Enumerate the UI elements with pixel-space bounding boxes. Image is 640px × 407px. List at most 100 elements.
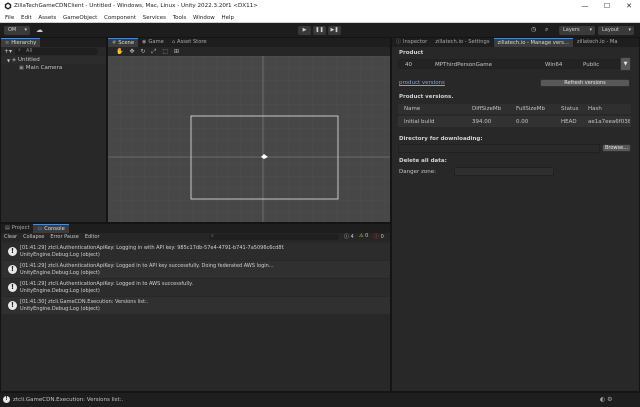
step-button[interactable]: ▶❚	[328, 25, 341, 35]
grid-icon: #	[112, 40, 117, 46]
menu-edit[interactable]: Edit	[21, 13, 32, 23]
pause-button[interactable]: ❚❚	[313, 25, 326, 35]
info-icon: !	[8, 247, 17, 256]
log-entry[interactable]: ! [01:41:29] ztcli.AuthenticationApiKey:…	[2, 243, 390, 260]
hierarchy-item-main-camera[interactable]: ▣ Main Camera	[1, 64, 106, 72]
maximize-button[interactable]: ☐	[599, 1, 615, 12]
console-search-input[interactable]: ⌕	[209, 233, 339, 240]
minimize-button[interactable]: —	[577, 1, 593, 12]
error-pause-button[interactable]: Error Pause	[50, 234, 78, 240]
log-entry[interactable]: ! [01:41:29] ztcli.AuthenticationApiKey:…	[2, 279, 390, 296]
product-platform: Win64	[545, 62, 563, 68]
menu-file[interactable]: File	[5, 13, 14, 23]
menu-help[interactable]: Help	[221, 13, 234, 23]
hierarchy-tabbar: ≡ Hierarchy	[1, 38, 106, 47]
cloud-icon[interactable]: ☁	[36, 26, 43, 34]
tab-hierarchy[interactable]: ≡ Hierarchy	[1, 38, 41, 47]
product-name: MPThirdPersonGame	[435, 62, 492, 68]
hand-tool-icon[interactable]: ✋	[116, 48, 123, 55]
log-entry[interactable]: ! [01:41:29] ztcli.AuthenticationApiKey:…	[2, 261, 390, 278]
window-title: ZillaTechGameCDNClient - Untitled - Wind…	[14, 3, 258, 9]
menu-gameobject[interactable]: GameObject	[63, 13, 97, 23]
menu-component[interactable]: Component	[104, 13, 136, 23]
tab-console[interactable]: ▭ Console	[33, 224, 69, 233]
column-status: Status	[561, 106, 579, 112]
log-count[interactable]: ⓘ 4	[344, 233, 354, 240]
account-label: OM	[8, 26, 17, 33]
scene-viewport[interactable]	[108, 56, 390, 222]
search-icon[interactable]: ⌕	[545, 26, 548, 34]
danger-zone-label: Danger zone:	[399, 169, 436, 175]
scene-grid	[108, 56, 390, 222]
menu-window[interactable]: Window	[193, 13, 215, 23]
layers-label: Layers	[563, 26, 580, 33]
tab-asset-store[interactable]: ⌂ Asset Store	[167, 38, 211, 47]
collapse-button[interactable]: Collapse	[23, 234, 44, 240]
download-directory-field[interactable]	[398, 144, 600, 153]
tab-settings[interactable]: zillatech.io - Settings	[431, 38, 494, 47]
store-icon: ⌂	[171, 39, 176, 45]
expand-arrow-icon[interactable]: ▼	[7, 58, 10, 63]
product-id: 40	[405, 62, 412, 68]
error-count[interactable]: ⓘ 0	[374, 233, 384, 240]
info-log-icon: ⓘ	[344, 234, 350, 240]
refresh-versions-button[interactable]: Refresh versions	[540, 79, 630, 87]
product-row[interactable]: 40 MPThirdPersonGame Win64 Public	[398, 59, 623, 69]
menu-services[interactable]: Services	[143, 13, 166, 23]
tab-manage-versions[interactable]: zillatech.io - Manage vers...	[493, 38, 573, 47]
rect-tool-icon[interactable]: ⬚	[162, 48, 168, 55]
editor-dropdown[interactable]: Editor	[85, 234, 100, 240]
scene-tools: ✋ ✥ ↻ ⤢ ⬚ ⊞	[108, 47, 390, 56]
info-icon: !	[8, 301, 17, 310]
product-versions-link[interactable]: product versions	[399, 80, 445, 86]
scale-tool-icon[interactable]: ⤢	[152, 48, 157, 56]
cell-diffsize: 394.00	[472, 119, 492, 125]
move-tool-icon[interactable]: ✥	[129, 48, 134, 55]
tab-game[interactable]: ◉ Game	[138, 38, 168, 47]
info-icon: ⓘ	[396, 39, 402, 45]
info-icon: !	[8, 265, 17, 274]
progress-icon[interactable]: ◐ ⚙	[600, 396, 613, 403]
clear-button[interactable]: Clear	[4, 234, 17, 240]
log-entry[interactable]: ! [01:41:30] ztcli.GameCDN.Execution: Ve…	[2, 297, 390, 314]
console-panel: ▤ Project ▭ Console Clear Collapse Error P…	[0, 223, 391, 392]
cell-hash: ae1a7eea6f0387	[588, 119, 630, 125]
transform-tool-icon[interactable]: ⊞	[174, 48, 179, 55]
warning-icon: ⚠	[359, 233, 364, 239]
product-menu-button[interactable]: ▼	[620, 57, 631, 71]
cell-fullsize: 0.00	[516, 119, 529, 125]
unity-logo-icon	[4, 2, 12, 10]
search-icon: ⌕	[211, 233, 214, 239]
rotate-tool-icon[interactable]: ↻	[141, 48, 146, 55]
hierarchy-search-input[interactable]: ⌕ All	[15, 47, 98, 55]
folder-icon: ▤	[5, 225, 10, 231]
column-name: Name	[404, 106, 421, 112]
danger-zone-button[interactable]	[454, 167, 554, 176]
account-dropdown[interactable]: OM	[4, 25, 30, 35]
layout-dropdown[interactable]: Layout	[598, 25, 634, 35]
scene-root-item[interactable]: ▼ ◈ Untitled	[1, 56, 106, 64]
tab-project[interactable]: ▤ Project	[1, 224, 34, 233]
layers-dropdown[interactable]: Layers	[559, 25, 595, 35]
menu-tools[interactable]: Tools	[173, 13, 187, 23]
menu-bar: File Edit Assets GameObject Component Se…	[0, 13, 640, 23]
product-label: Product	[399, 50, 424, 56]
play-button[interactable]: ▶	[298, 25, 311, 35]
tab-scene[interactable]: # Scene	[108, 38, 139, 47]
menu-assets[interactable]: Assets	[38, 13, 56, 23]
console-toolbar: Clear Collapse Error Pause Editor ⌕ ⓘ 4 …	[1, 233, 390, 241]
cell-status: HEAD	[561, 119, 577, 125]
add-icon[interactable]: +▾	[4, 48, 12, 55]
browse-button[interactable]: Browse...	[602, 144, 631, 152]
layout-label: Layout	[602, 26, 619, 33]
close-button[interactable]: ✕	[621, 1, 637, 12]
gamepad-icon: ◉	[142, 39, 147, 45]
table-row[interactable]: Initial build 394.00 0.00 HEAD ae1a7eea6…	[398, 116, 631, 127]
hierarchy-panel: ≡ Hierarchy +▾ ⌕ All ▼ ◈ Untitled ▣ Main …	[0, 37, 107, 223]
tab-inspector[interactable]: ⓘ Inspector	[392, 38, 432, 47]
list-icon: ≡	[5, 40, 10, 46]
tab-manage-other[interactable]: zillatech.io - Ma	[572, 38, 622, 47]
warning-count[interactable]: ⚠ 0	[359, 233, 368, 239]
history-icon[interactable]: ◷	[531, 26, 536, 33]
status-text[interactable]: ztcli.GameCDN.Execution: Versions list:.	[13, 397, 123, 403]
